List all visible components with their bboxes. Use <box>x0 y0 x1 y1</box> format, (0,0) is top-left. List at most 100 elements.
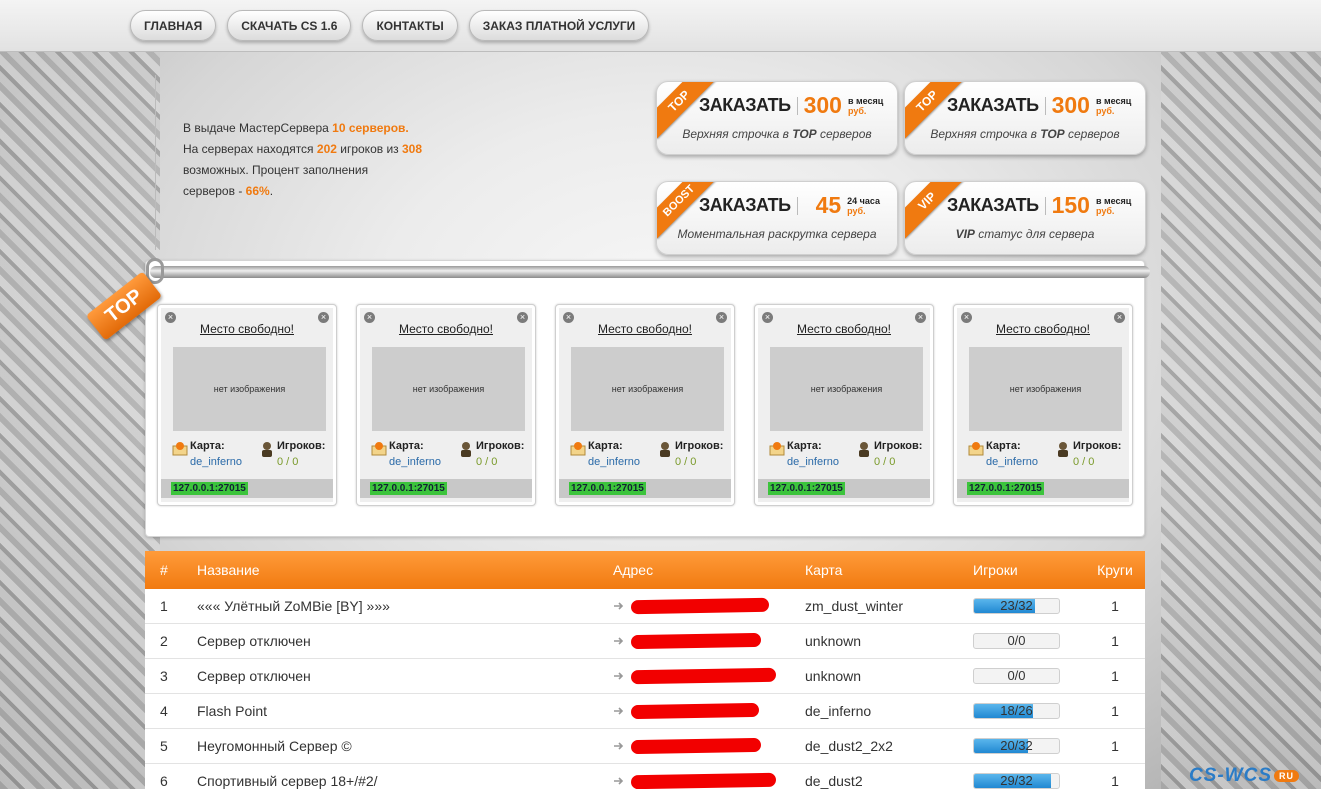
row-address[interactable] <box>613 667 805 685</box>
address-redaction <box>630 702 760 720</box>
players-count: 0/0 <box>1007 633 1026 648</box>
stats-text: На серверах находятся <box>183 142 317 156</box>
no-image-text: нет изображения <box>611 384 684 394</box>
card-ip-address[interactable]: 127.0.0.1:27015 <box>967 482 1044 495</box>
order-boost-box[interactable]: BOOST ЗАКАЗАТЬ 45 24 часа руб. Моментальн… <box>656 181 898 255</box>
card-players-value: 0 / 0 <box>675 456 697 468</box>
top-server-card[interactable]: × × Место свободно! нет изображения Карт… <box>555 304 735 506</box>
card-image-placeholder: нет изображения <box>571 347 724 431</box>
header-name[interactable]: Название <box>197 562 613 578</box>
stats-text: возможных. Процент заполнения серверов - <box>183 163 369 198</box>
nav-contacts[interactable]: КОНТАКТЫ <box>362 10 458 41</box>
row-server-name[interactable]: Неугомонный Сервер © <box>197 738 613 754</box>
main-nav: ГЛАВНАЯ СКАЧАТЬ CS 1.6 КОНТАКТЫ ЗАКАЗ ПЛ… <box>130 10 650 41</box>
row-address[interactable] <box>613 597 805 615</box>
row-rounds: 1 <box>1111 773 1119 789</box>
row-address[interactable] <box>613 632 805 650</box>
row-address[interactable] <box>613 702 805 720</box>
order-description: VIP статус для сервера <box>955 227 1095 241</box>
nav-order-service[interactable]: ЗАКАЗ ПЛАТНОЙ УСЛУГИ <box>468 10 650 41</box>
server-table: # Название Адрес Карта Игроки Круги 1 ««… <box>145 551 1145 789</box>
players-count: 29/32 <box>1000 773 1033 788</box>
stats-fill-percent: 66% <box>245 184 270 198</box>
card-ip-address[interactable]: 127.0.0.1:27015 <box>768 482 845 495</box>
card-title-link[interactable]: Место свободно! <box>957 322 1129 336</box>
table-row[interactable]: 3 Сервер отключен unknown 0/0 1 <box>145 659 1145 694</box>
card-ip-address[interactable]: 127.0.0.1:27015 <box>171 482 248 495</box>
order-top-box-1[interactable]: TOP ЗАКАЗАТЬ 300 в месяц руб. Верхняя стр… <box>656 81 898 155</box>
row-num: 4 <box>160 703 168 719</box>
table-row[interactable]: 5 Неугомонный Сервер © de_dust2_2x2 20/3… <box>145 729 1145 764</box>
table-row[interactable]: 2 Сервер отключен unknown 0/0 1 <box>145 624 1145 659</box>
card-players-value: 0 / 0 <box>277 456 299 468</box>
row-server-name[interactable]: Flash Point <box>197 703 613 719</box>
card-ip-bar: 127.0.0.1:27015 <box>360 479 532 498</box>
row-map: de_dust2_2x2 <box>805 738 893 754</box>
header-address[interactable]: Адрес <box>613 562 805 578</box>
background-art-right <box>1161 0 1321 789</box>
row-num: 2 <box>160 633 168 649</box>
row-players: 20/32 <box>973 738 1085 754</box>
row-map: de_inferno <box>805 703 872 719</box>
row-address[interactable] <box>613 737 805 755</box>
card-title-link[interactable]: Место свободно! <box>161 322 333 336</box>
order-top-box-2[interactable]: TOP ЗАКАЗАТЬ 300 в месяц руб. Верхняя стр… <box>904 81 1146 155</box>
row-server-name[interactable]: Спортивный сервер 18+/#2/ <box>197 773 613 789</box>
row-server-name[interactable]: ««« Улётный ZoMBie [BY] »»» <box>197 598 613 614</box>
table-row[interactable]: 4 Flash Point de_inferno 18/26 1 <box>145 694 1145 729</box>
top-server-card[interactable]: × × Место свободно! нет изображения Карт… <box>953 304 1133 506</box>
order-unit-currency: руб. <box>1095 205 1115 216</box>
card-title-link[interactable]: Место свободно! <box>360 322 532 336</box>
header-players[interactable]: Игроки <box>973 562 1085 578</box>
order-word: ЗАКАЗАТЬ <box>699 195 791 215</box>
card-image-placeholder: нет изображения <box>372 347 525 431</box>
card-ip-address[interactable]: 127.0.0.1:27015 <box>370 482 447 495</box>
row-rounds: 1 <box>1111 668 1119 684</box>
card-players-label: Игроков: <box>277 440 326 452</box>
row-players: 23/32 <box>973 598 1085 614</box>
card-players-label: Игроков: <box>675 440 724 452</box>
row-address[interactable] <box>613 772 805 789</box>
order-price: 150 <box>1051 192 1090 218</box>
row-num: 1 <box>160 598 168 614</box>
table-row[interactable]: 1 ««« Улётный ZoMBie [BY] »»» zm_dust_wi… <box>145 589 1145 624</box>
card-ip-address[interactable]: 127.0.0.1:27015 <box>569 482 646 495</box>
nav-download-cs[interactable]: СКАЧАТЬ CS 1.6 <box>227 10 352 41</box>
card-map-label: Карта: <box>190 440 225 452</box>
divider-line <box>155 75 156 250</box>
top-server-card[interactable]: × × Место свободно! нет изображения Карт… <box>356 304 536 506</box>
order-unit-period: 24 часа <box>847 195 881 206</box>
card-map-value: de_inferno <box>787 456 839 468</box>
map-pin-icon <box>570 442 586 456</box>
card-title-link[interactable]: Место свободно! <box>758 322 930 336</box>
player-icon <box>262 442 272 457</box>
row-players: 0/0 <box>973 668 1085 684</box>
order-vip-box[interactable]: VIP ЗАКАЗАТЬ 150 в месяц руб. VIP статус … <box>904 181 1146 255</box>
order-unit-period: в месяц <box>1095 195 1132 206</box>
card-map-label: Карта: <box>787 440 822 452</box>
no-image-text: нет изображения <box>1009 384 1082 394</box>
order-unit-period: в месяц <box>847 95 884 106</box>
table-row[interactable]: 6 Спортивный сервер 18+/#2/ de_dust2 29/… <box>145 764 1145 789</box>
card-title-link[interactable]: Место свободно! <box>559 322 731 336</box>
header-map[interactable]: Карта <box>805 562 973 578</box>
header-rounds[interactable]: Круги <box>1085 562 1145 578</box>
player-icon <box>461 442 471 457</box>
order-price: 300 <box>803 92 842 118</box>
players-progress-bar: 18/26 <box>973 703 1060 719</box>
table-header: # Название Адрес Карта Игроки Круги <box>145 551 1145 589</box>
row-num: 6 <box>160 773 168 789</box>
row-server-name[interactable]: Сервер отключен <box>197 668 613 684</box>
card-players-label: Игроков: <box>476 440 525 452</box>
nav-home[interactable]: ГЛАВНАЯ <box>130 10 217 41</box>
row-server-name[interactable]: Сервер отключен <box>197 633 613 649</box>
top-server-card[interactable]: × × Место свободно! нет изображения Карт… <box>754 304 934 506</box>
player-icon <box>1058 442 1068 457</box>
header-num: # <box>160 562 168 578</box>
master-server-stats: В выдаче МастерСервера 10 серверов. На с… <box>183 118 423 202</box>
order-unit-currency: руб. <box>847 105 867 116</box>
row-rounds: 1 <box>1111 703 1119 719</box>
connect-arrow-icon <box>614 637 624 645</box>
card-image-placeholder: нет изображения <box>173 347 326 431</box>
top-server-card[interactable]: × × Место свободно! нет изображения Карт… <box>157 304 337 506</box>
